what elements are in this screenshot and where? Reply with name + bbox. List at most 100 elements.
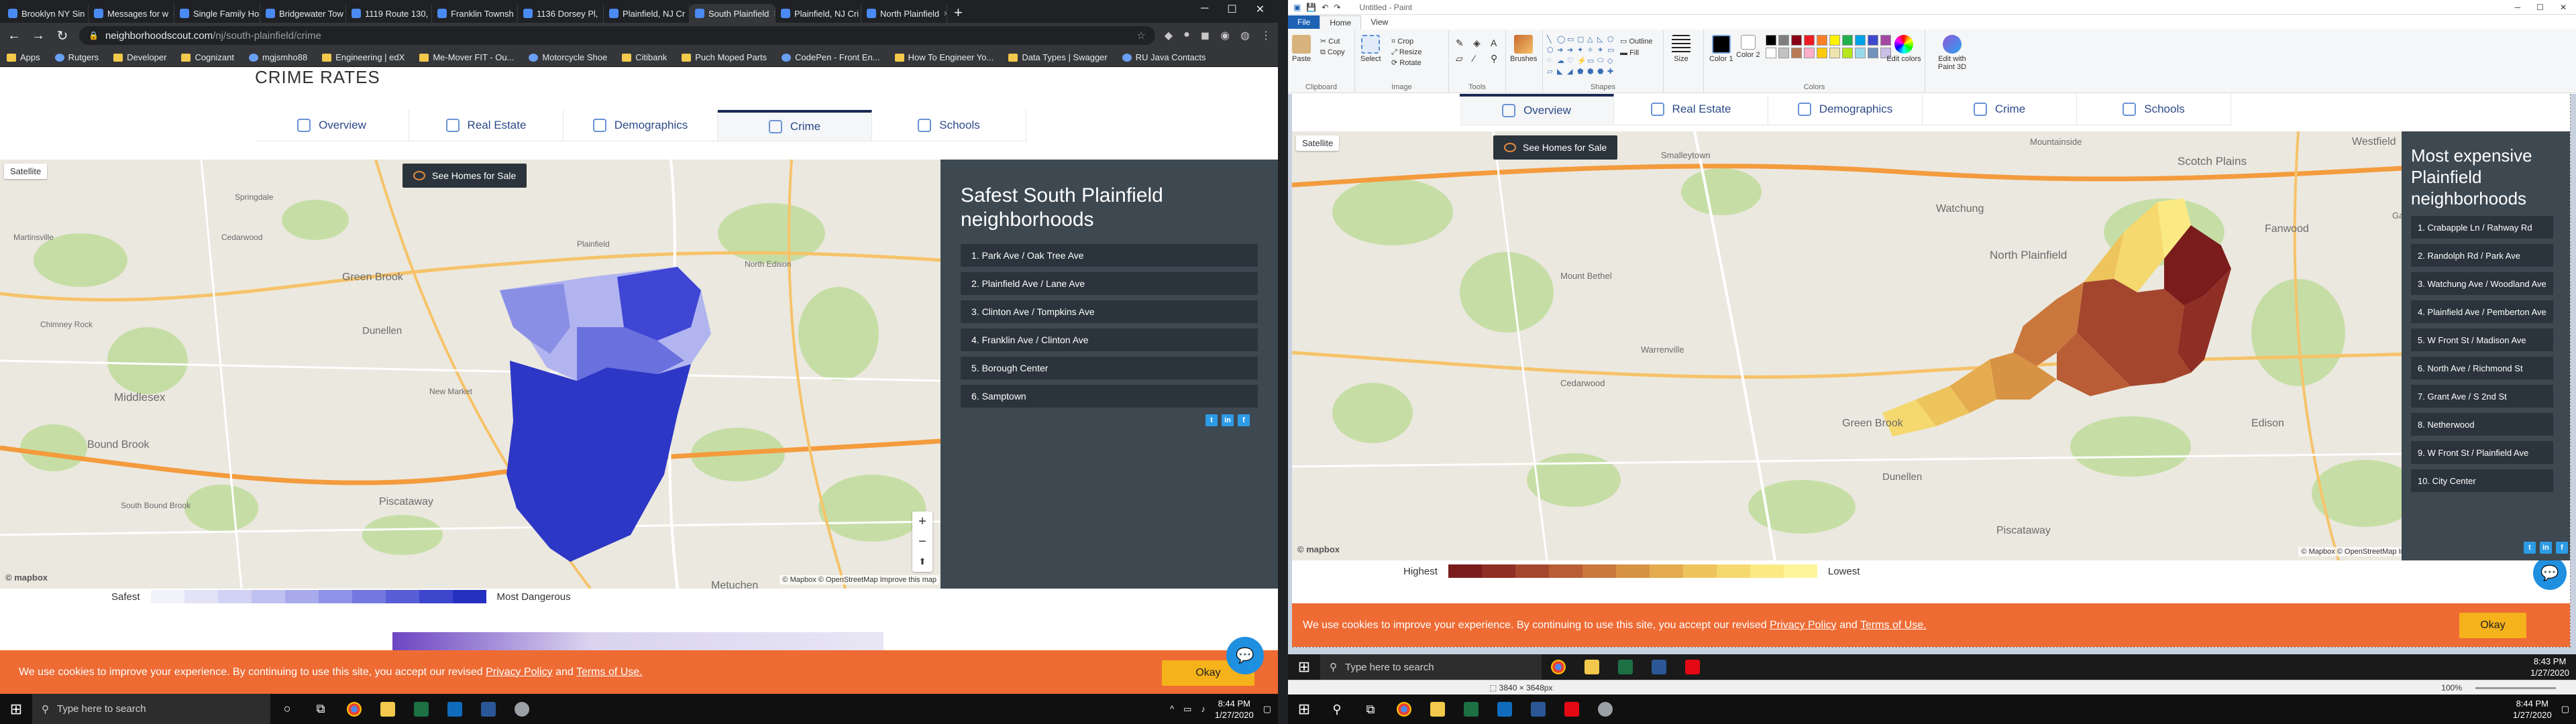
palette-swatch[interactable]	[1778, 48, 1789, 58]
shape-option[interactable]: ▭	[1607, 46, 1615, 54]
tab-schools[interactable]: Schools	[872, 110, 1026, 141]
undo-icon[interactable]: ↶	[1322, 3, 1328, 12]
neighborhood-item[interactable]: 2. Plainfield Ave / Lane Ave	[961, 272, 1258, 295]
facebook-icon[interactable]: f	[1238, 414, 1250, 426]
neighborhood-item[interactable]: 8. Netherwood	[2411, 413, 2553, 436]
excel-icon[interactable]	[405, 694, 438, 724]
bookmark-item[interactable]: Me-Mover FIT - Ou...	[419, 52, 514, 62]
satellite-toggle[interactable]: Satellite	[4, 164, 48, 179]
redo-icon[interactable]: ↷	[1334, 3, 1340, 12]
app-icon[interactable]	[505, 694, 539, 724]
browser-tab[interactable]: 1136 Dorsey Pl,✕	[518, 4, 604, 23]
shape-option[interactable]: ▢	[1577, 35, 1585, 44]
shape-option[interactable]: ✚	[1607, 67, 1615, 76]
neighborhood-item[interactable]: 9. W Front St / Plainfield Ave	[2411, 441, 2553, 464]
outlook-icon[interactable]	[438, 694, 472, 724]
crime-map[interactable]: Middlesex Bound Brook Green Brook Dunellen…	[0, 160, 941, 589]
rotate-button[interactable]: ⟳ Rotate	[1391, 58, 1421, 68]
resize-button[interactable]: ⤢ Resize	[1391, 47, 1421, 58]
chrome-taskbar-icon[interactable]	[1387, 695, 1421, 724]
shape-option[interactable]: ✦	[1577, 46, 1585, 54]
bookmark-item[interactable]: Motorcycle Shoe	[529, 52, 607, 62]
facebook-icon[interactable]: f	[2556, 542, 2568, 554]
extension-icon[interactable]: ◆	[1165, 29, 1173, 42]
minimize-icon[interactable]: ─	[2515, 3, 2521, 12]
windows-start-icon[interactable]: ⊞	[0, 694, 32, 724]
shape-option[interactable]: ◯	[1557, 35, 1565, 44]
tab-real-estate[interactable]: Real Estate	[1614, 94, 1768, 125]
palette-swatch[interactable]	[1855, 48, 1866, 58]
palette-swatch[interactable]	[1778, 35, 1789, 46]
file-explorer-icon[interactable]	[371, 694, 405, 724]
size-button[interactable]: Size	[1672, 35, 1690, 63]
shape-option[interactable]: ✧	[1587, 46, 1595, 54]
neighborhood-item[interactable]: 4. Plainfield Ave / Pemberton Ave	[2411, 300, 2553, 323]
word-icon[interactable]	[472, 694, 505, 724]
bookmark-item[interactable]: Puch Moped Parts	[682, 52, 767, 62]
shape-option[interactable]: ✶	[1597, 46, 1605, 54]
back-icon[interactable]: ←	[7, 28, 21, 44]
palette-swatch[interactable]	[1817, 48, 1827, 58]
shape-option[interactable]: ⚡	[1577, 56, 1587, 65]
color-picker-icon[interactable]: ⁄	[1473, 53, 1487, 64]
task-view-icon[interactable]: ⧉	[1354, 695, 1387, 724]
bookmark-item[interactable]: Cognizant	[181, 52, 234, 62]
see-homes-button[interactable]: See Homes for Sale	[1493, 135, 1618, 160]
tab-crime[interactable]: Crime	[718, 110, 872, 141]
app-icon[interactable]	[1589, 695, 1622, 724]
shape-gallery[interactable]: ╲ ◯ ▭ ▢ △ ◺ ⬠ ⬡ ➔ ➔ ✦ ✧ ✶ ▭ ◌ ☁ ♡ ⚡ ▭ ⬭ ◇ ▱ ◣ ◢ ⬟ ⬢ ⬣ ✚	[1547, 35, 1615, 76]
notification-icon[interactable]: ▢	[2561, 704, 2569, 715]
shape-option[interactable]: ☁	[1557, 56, 1565, 65]
privacy-policy-link[interactable]: Privacy Policy	[486, 666, 553, 678]
neighborhood-item[interactable]: 5. Borough Center	[961, 357, 1258, 379]
linkedin-icon[interactable]: in	[1222, 414, 1234, 426]
cut-button[interactable]: ✂ Cut	[1320, 36, 1345, 47]
profile-avatar[interactable]: ◍	[1240, 29, 1250, 42]
palette-swatch[interactable]	[1842, 35, 1853, 46]
neighborhood-item[interactable]: 1. Crabapple Ln / Rahway Rd	[2411, 216, 2553, 239]
neighborhood-item[interactable]: 3. Watchung Ave / Woodland Ave	[2411, 272, 2553, 295]
file-explorer-icon[interactable]	[1421, 695, 1454, 724]
palette-swatch[interactable]	[1868, 48, 1878, 58]
tab-overview[interactable]: Overview	[1460, 94, 1614, 125]
extension-icon[interactable]: ◼	[1201, 29, 1210, 42]
bookmark-item[interactable]: Developer	[113, 52, 166, 62]
outline-dropdown[interactable]: ▭ Outline	[1620, 36, 1652, 48]
shape-option[interactable]: ▭	[1587, 56, 1595, 65]
bookmark-star-icon[interactable]: ☆	[1136, 29, 1145, 42]
cookie-okay-button[interactable]: Okay	[2459, 613, 2526, 638]
neighborhood-item[interactable]: 5. W Front St / Madison Ave	[2411, 328, 2553, 351]
linkedin-icon[interactable]: in	[2540, 542, 2552, 554]
tab-view[interactable]: View	[1361, 15, 1397, 29]
terms-link[interactable]: Terms of Use.	[576, 666, 643, 678]
chat-bubble-icon[interactable]: 💬	[2533, 556, 2567, 590]
palette-swatch[interactable]	[1829, 35, 1840, 46]
notification-icon[interactable]: ▢	[1263, 704, 1271, 715]
eraser-icon[interactable]: ▱	[1456, 53, 1469, 64]
color1-button[interactable]: Color 1	[1709, 35, 1733, 63]
tab-schools[interactable]: Schools	[2077, 94, 2231, 125]
neighborhood-item[interactable]: 6. North Ave / Richmond St	[2411, 357, 2553, 379]
palette-swatch[interactable]	[1791, 35, 1802, 46]
shape-option[interactable]: ⬭	[1597, 56, 1605, 65]
minimize-icon[interactable]: ─	[1201, 3, 1208, 16]
chat-bubble-icon[interactable]: 💬	[1226, 637, 1264, 674]
excel-icon[interactable]	[1454, 695, 1488, 724]
shape-option[interactable]: ⬢	[1587, 67, 1595, 76]
see-homes-button[interactable]: See Homes for Sale	[402, 164, 527, 188]
windows-start-icon[interactable]: ⊞	[1288, 695, 1320, 724]
brushes-button[interactable]: Brushes	[1510, 35, 1537, 63]
copy-button[interactable]: ⧉ Copy	[1320, 47, 1345, 58]
word-icon[interactable]	[1521, 695, 1555, 724]
neighborhood-item[interactable]: 7. Grant Ave / S 2nd St	[2411, 385, 2553, 408]
bookmark-item[interactable]: RU Java Contacts	[1122, 52, 1206, 62]
browser-tab[interactable]: Brooklyn NY Sin✕	[3, 4, 89, 23]
palette-swatch[interactable]	[1817, 35, 1827, 46]
close-icon[interactable]: ✕	[2560, 3, 2567, 12]
bookmark-item[interactable]: Engineering | edX	[322, 52, 405, 62]
shape-option[interactable]: ➔	[1567, 46, 1575, 54]
palette-swatch[interactable]	[1804, 35, 1815, 46]
bookmark-item[interactable]: Rutgers	[54, 52, 99, 62]
neighborhood-item[interactable]: 6. Samptown	[961, 385, 1258, 408]
satellite-toggle[interactable]: Satellite	[1296, 135, 1340, 151]
